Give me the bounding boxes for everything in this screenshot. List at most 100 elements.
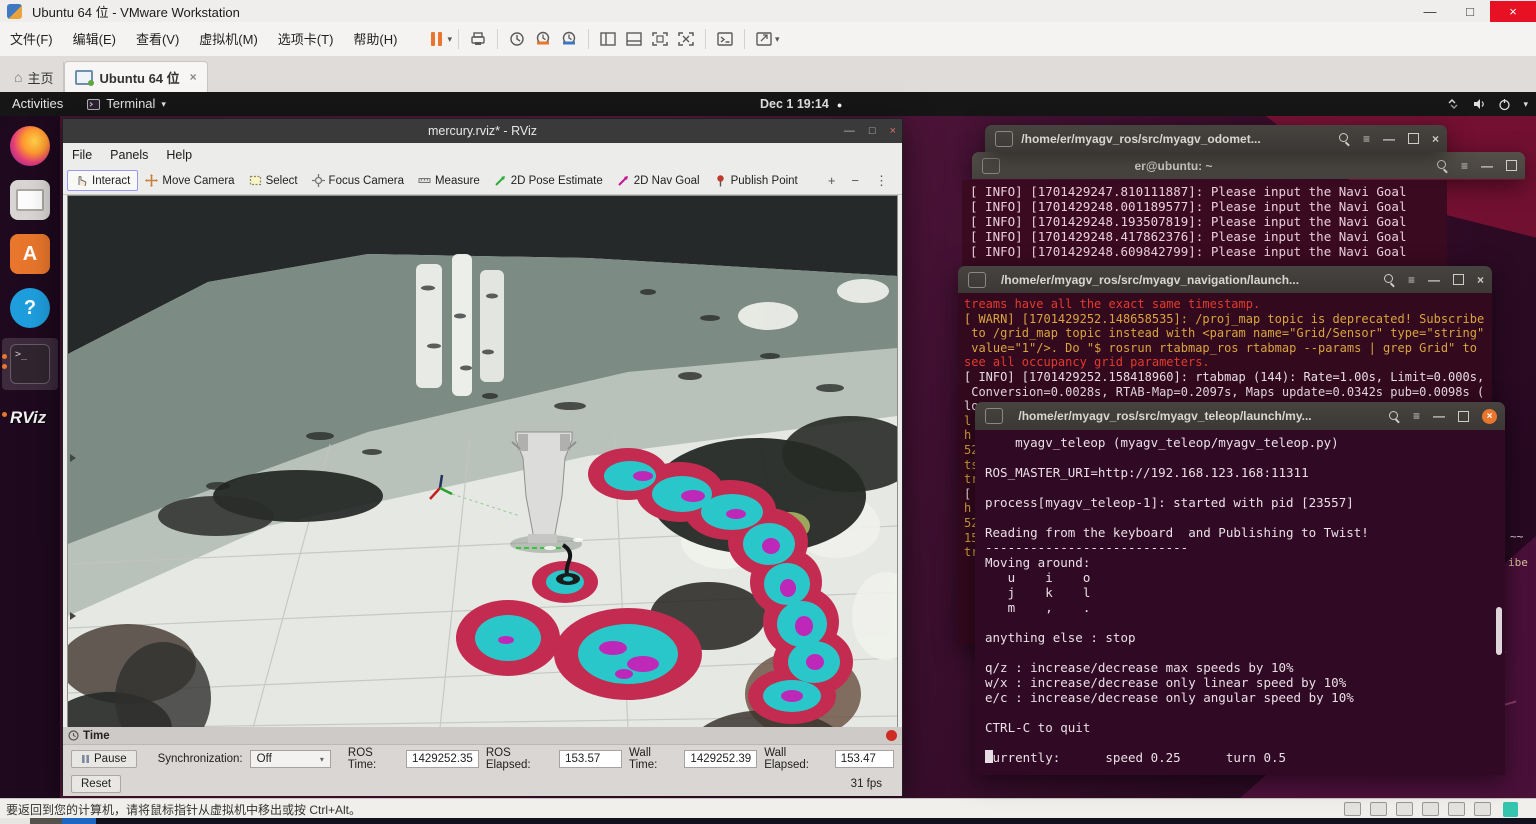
vmware-tools-icon[interactable] <box>1503 802 1518 817</box>
take-snapshot-icon[interactable] <box>504 27 530 51</box>
printer-icon[interactable] <box>465 27 491 51</box>
ros-elapsed-field[interactable]: 153.57 <box>559 750 622 768</box>
tool-publish-point[interactable]: Publish Point <box>707 171 805 190</box>
search-icon[interactable] <box>1437 160 1448 171</box>
minimize-icon[interactable]: — <box>1433 409 1445 423</box>
time-panel-close-button[interactable] <box>886 730 897 741</box>
time-panel-header[interactable]: Time <box>63 727 902 745</box>
maximize-icon[interactable] <box>1453 274 1464 285</box>
show-thumbnails-icon[interactable] <box>621 27 647 51</box>
revert-snapshot-icon[interactable] <box>530 27 556 51</box>
tool-remove-button[interactable]: − <box>851 173 859 189</box>
maximize-icon[interactable] <box>1506 160 1517 171</box>
rviz-menu-file[interactable]: File <box>63 148 101 162</box>
fullscreen-icon[interactable] <box>647 27 673 51</box>
fit-guest-caret-icon[interactable]: ▾ <box>775 34 780 45</box>
maximize-icon[interactable] <box>1458 411 1469 422</box>
menu-view[interactable]: 查看(V) <box>126 23 189 56</box>
power-icon[interactable] <box>1498 98 1511 111</box>
appmenu-terminal[interactable]: Terminal ▾ <box>75 92 178 116</box>
suspend-caret-icon[interactable]: ▾ <box>447 34 452 45</box>
tool-measure[interactable]: Measure <box>411 171 487 190</box>
pause-button[interactable]: Pause <box>71 750 137 768</box>
search-icon[interactable] <box>1384 274 1395 285</box>
usb-device-icon[interactable] <box>1422 802 1439 816</box>
menu-icon[interactable]: ≡ <box>1408 273 1415 287</box>
printer-device-icon[interactable] <box>1474 802 1491 816</box>
tool-focus-camera[interactable]: Focus Camera <box>305 171 411 190</box>
rviz-dock-icon[interactable]: RViz <box>10 398 50 438</box>
menu-vm[interactable]: 虚拟机(M) <box>189 23 268 56</box>
harddisk-device-icon[interactable] <box>1344 802 1361 816</box>
menu-file[interactable]: 文件(F) <box>0 23 63 56</box>
files-icon[interactable] <box>10 180 50 220</box>
tool-2d-pose-estimate[interactable]: 2D Pose Estimate <box>487 171 610 190</box>
software-icon[interactable]: A <box>10 234 50 274</box>
window-maximize-button[interactable]: □ <box>1450 1 1490 22</box>
firefox-icon[interactable] <box>10 126 50 166</box>
terminal-shell-window[interactable]: er@ubuntu: ~ ≡ — <box>972 152 1525 180</box>
menu-icon[interactable]: ≡ <box>1461 159 1468 173</box>
terminal-scrollbar[interactable] <box>1496 607 1502 655</box>
time-panel-title: Time <box>83 730 110 742</box>
terminal-teleop-window[interactable]: /home/er/myagv_ros/src/myagv_teleop/laun… <box>975 402 1505 775</box>
window-minimize-button[interactable]: — <box>1410 1 1450 22</box>
tool-select[interactable]: Select <box>242 171 305 190</box>
rviz-menu-help[interactable]: Help <box>157 148 201 162</box>
terminal-log-output[interactable]: [ INFO] [1701429247.810111887]: Please i… <box>962 180 1447 266</box>
network-icon[interactable] <box>1446 98 1460 110</box>
show-library-icon[interactable] <box>595 27 621 51</box>
menu-edit[interactable]: 编辑(E) <box>63 23 126 56</box>
sync-dropdown[interactable]: Off ▾ <box>250 750 331 768</box>
rviz-3d-viewport[interactable] <box>67 195 898 729</box>
search-icon[interactable] <box>1389 411 1400 422</box>
ros-time-field[interactable]: 1429252.35 <box>406 750 479 768</box>
tool-interact[interactable]: Interact <box>67 170 138 191</box>
unity-mode-icon[interactable] <box>673 27 699 51</box>
tool-move-camera[interactable]: Move Camera <box>138 171 241 190</box>
menu-help[interactable]: 帮助(H) <box>343 23 407 56</box>
sound-device-icon[interactable] <box>1448 802 1465 816</box>
tab-ubuntu-vm[interactable]: Ubuntu 64 位 × <box>64 61 207 92</box>
reset-button[interactable]: Reset <box>71 775 121 793</box>
maximize-icon[interactable] <box>1408 133 1419 144</box>
cdrom-device-icon[interactable] <box>1370 802 1387 816</box>
tool-2d-nav-goal[interactable]: 2D Nav Goal <box>610 171 707 190</box>
rviz-titlebar[interactable]: mercury.rviz* - RViz — □ × <box>63 119 902 143</box>
minimize-icon[interactable]: — <box>1481 159 1493 173</box>
menu-tabs[interactable]: 选项卡(T) <box>268 23 344 56</box>
close-icon[interactable]: × <box>1482 409 1497 424</box>
topbar-clock[interactable]: Dec 1 19:14● <box>760 92 842 117</box>
menu-icon[interactable]: ≡ <box>1413 409 1420 423</box>
snapshot-manager-icon[interactable] <box>556 27 582 51</box>
system-menu-caret-icon[interactable]: ▾ <box>1523 99 1528 110</box>
close-icon[interactable]: × <box>1432 132 1439 146</box>
activities-button[interactable]: Activities <box>0 92 75 116</box>
rviz-maximize-button[interactable]: □ <box>869 125 876 137</box>
terminal-dock-icon[interactable]: >_ <box>10 344 50 384</box>
wall-time-field[interactable]: 1429252.39 <box>684 750 757 768</box>
fit-guest-icon[interactable] <box>751 27 777 51</box>
minimize-icon[interactable]: — <box>1428 273 1440 287</box>
wall-elapsed-field[interactable]: 153.47 <box>835 750 894 768</box>
tool-add-button[interactable]: + <box>828 173 836 189</box>
close-icon[interactable]: × <box>1477 273 1484 287</box>
help-icon[interactable]: ? <box>10 288 50 328</box>
tab-home[interactable]: ⌂ 主页 <box>4 62 64 92</box>
suspend-vm-button[interactable] <box>423 27 449 51</box>
volume-icon[interactable] <box>1472 98 1486 110</box>
rviz-close-button[interactable]: × <box>890 125 896 137</box>
search-icon[interactable] <box>1339 133 1350 144</box>
tool-properties-button[interactable]: ⋮ <box>875 173 888 189</box>
terminal-odom-window[interactable]: /home/er/myagv_ros/src/myagv_odomet... ≡… <box>985 125 1447 152</box>
terminal-teleop-output[interactable]: myagv_teleop (myagv_teleop/myagv_teleop.… <box>975 430 1505 770</box>
rviz-menubar: File Panels Help <box>63 143 902 168</box>
console-view-icon[interactable] <box>712 27 738 51</box>
rviz-menu-panels[interactable]: Panels <box>101 148 157 162</box>
window-close-button[interactable]: × <box>1490 1 1536 22</box>
tab-close-icon[interactable]: × <box>190 70 197 84</box>
network-device-icon[interactable] <box>1396 802 1413 816</box>
menu-icon[interactable]: ≡ <box>1363 132 1370 146</box>
minimize-icon[interactable]: — <box>1383 132 1395 146</box>
rviz-minimize-button[interactable]: — <box>844 125 855 137</box>
